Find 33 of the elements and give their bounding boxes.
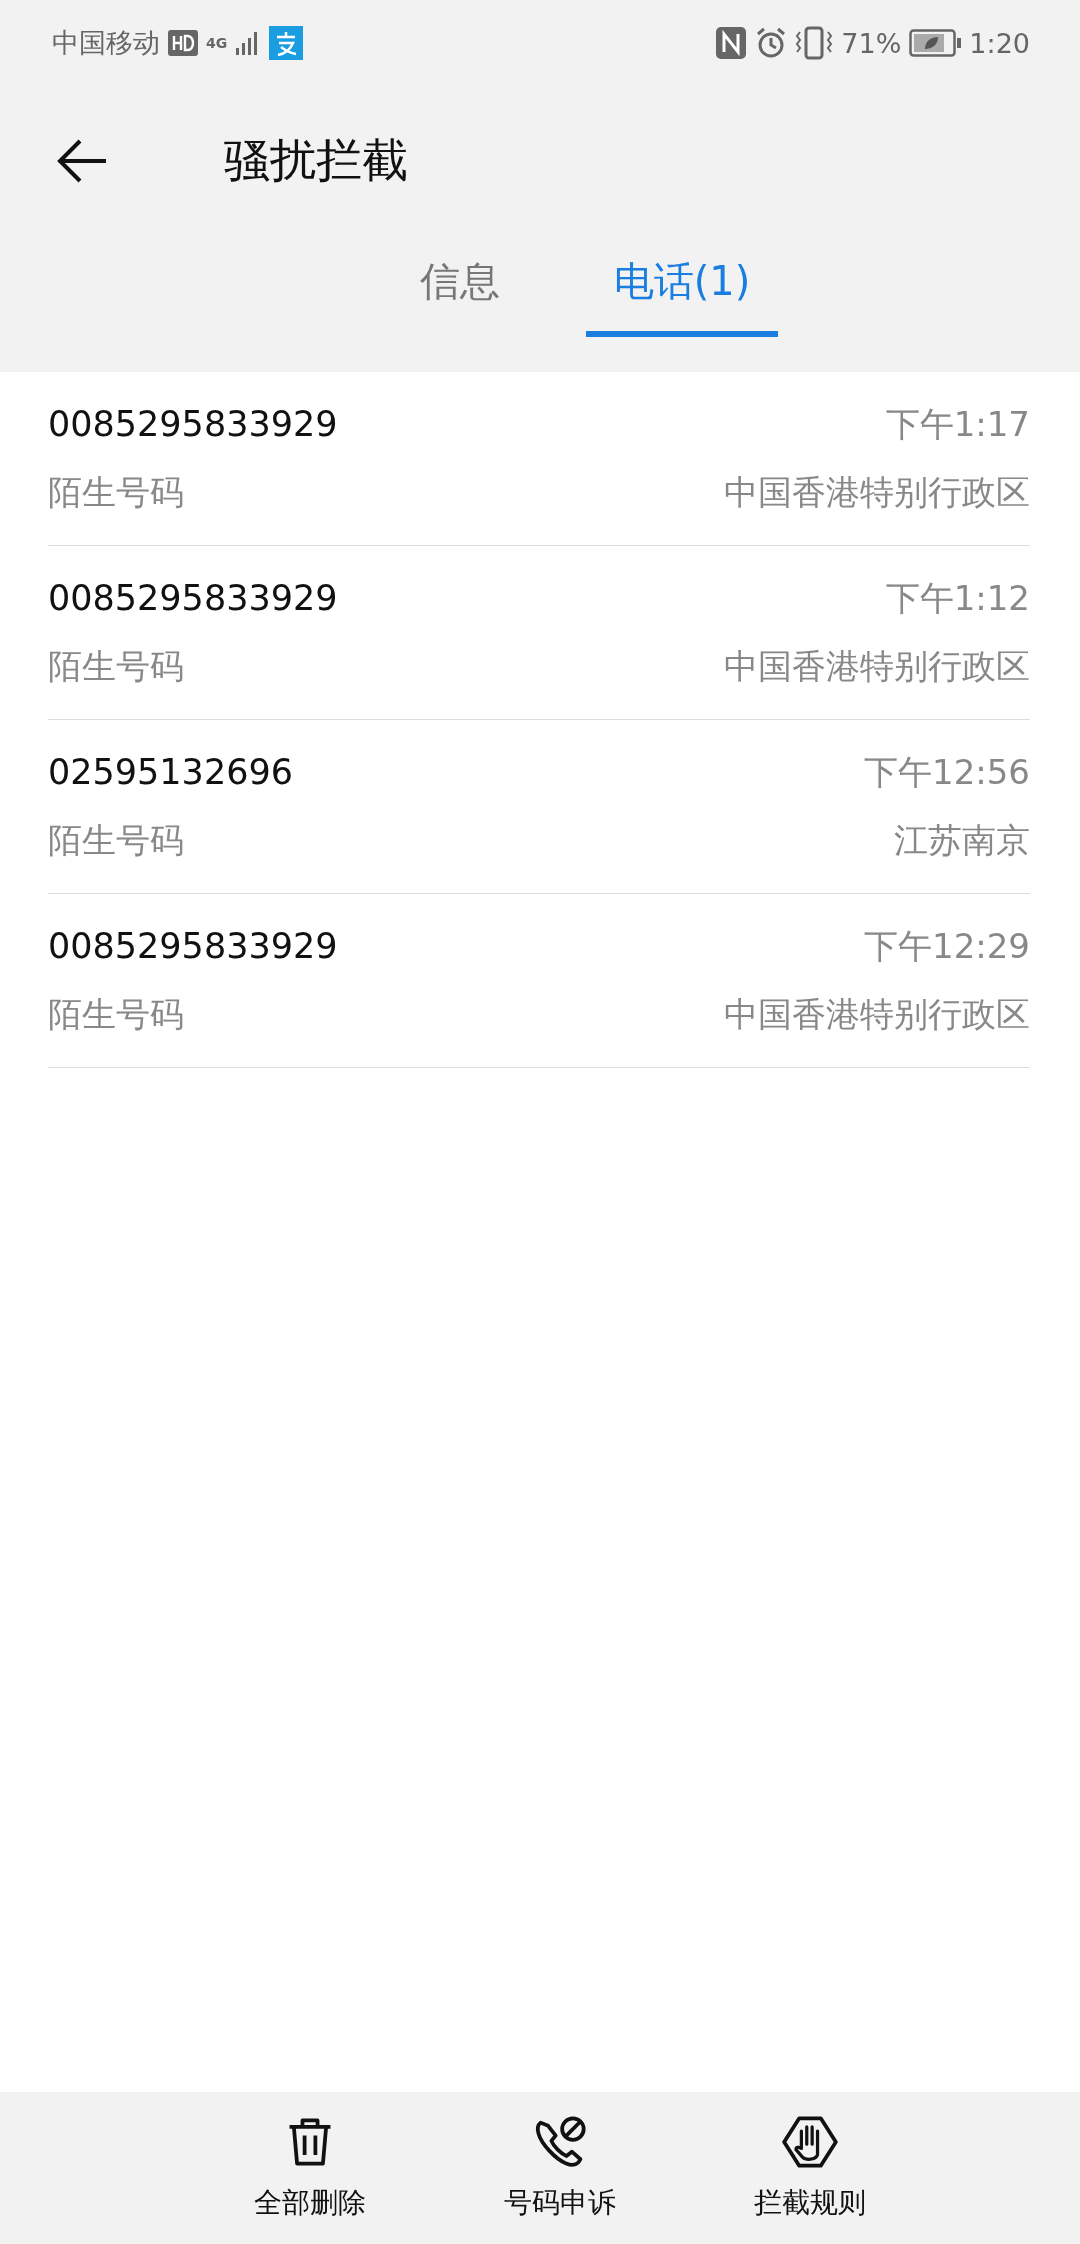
- call-time: 下午1:17: [885, 402, 1030, 446]
- network-type: 4G: [206, 35, 228, 51]
- payment-app-icon: [269, 26, 304, 60]
- nfc-icon: [715, 26, 748, 60]
- action-button[interactable]: 拦截规则: [740, 2114, 880, 2222]
- caller-label: 陌生号码: [48, 818, 184, 862]
- tab[interactable]: 电话(1): [585, 236, 779, 337]
- caller-location: 中国香港特别行政区: [724, 992, 1030, 1036]
- call-time: 下午12:29: [864, 924, 1030, 968]
- battery-percent: 71%: [841, 27, 902, 59]
- call-time: 下午1:12: [885, 576, 1030, 620]
- tab[interactable]: 信息: [391, 236, 528, 337]
- caller-location: 中国香港特别行政区: [724, 644, 1030, 688]
- page-title: 骚扰拦截: [224, 132, 408, 189]
- caller-label: 陌生号码: [48, 992, 184, 1036]
- caller-label: 陌生号码: [48, 470, 184, 514]
- clock-time: 1:20: [969, 27, 1030, 59]
- caller-label: 陌生号码: [48, 644, 184, 688]
- alarm-icon: [755, 27, 788, 59]
- action-button[interactable]: 号码申诉: [490, 2114, 630, 2222]
- call-time: 下午12:56: [864, 750, 1030, 794]
- phone-number: 0085295833929: [48, 577, 338, 618]
- stop-hand-icon: [782, 2114, 838, 2170]
- phone-number: 0085295833929: [48, 925, 338, 966]
- battery-icon: [909, 29, 962, 57]
- hd-icon: [168, 30, 198, 56]
- carrier-name: 中国移动: [52, 26, 160, 60]
- vibrate-icon: [795, 26, 834, 60]
- caller-location: 中国香港特别行政区: [724, 470, 1030, 514]
- action-button[interactable]: 全部删除: [240, 2114, 380, 2222]
- phone-number: 02595132696: [48, 751, 293, 792]
- phone-number: 0085295833929: [48, 403, 338, 444]
- caller-location: 江苏南京: [894, 818, 1030, 862]
